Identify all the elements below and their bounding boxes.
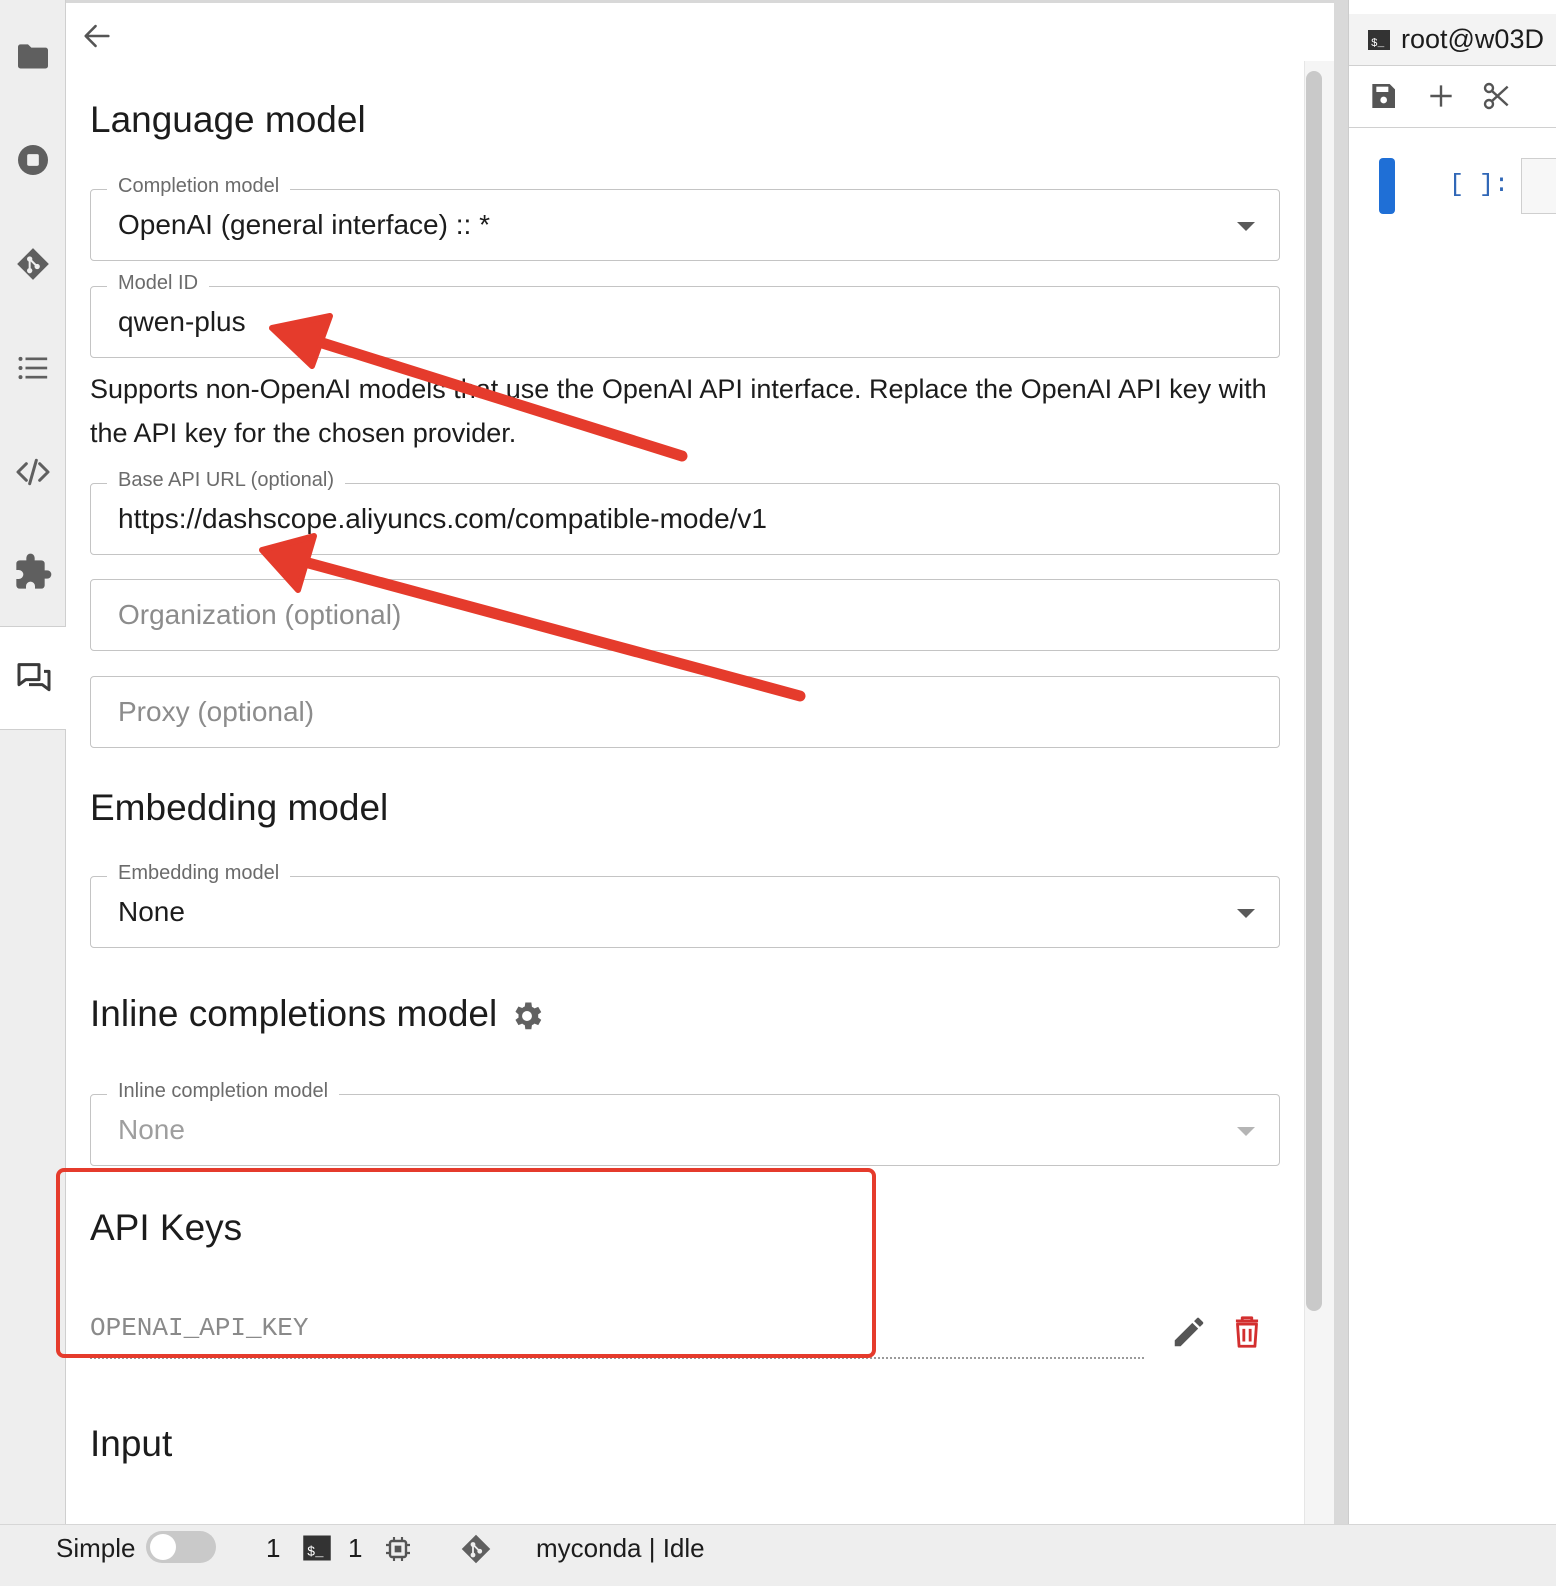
proxy-placeholder: Proxy (optional): [118, 695, 315, 727]
git-status-icon[interactable]: [458, 1531, 494, 1567]
scrollbar-thumb[interactable]: [1306, 71, 1322, 1311]
table-of-contents-icon: [18, 356, 48, 380]
model-id-value: qwen-plus: [118, 305, 246, 337]
extension-icon: [16, 553, 52, 589]
code-icon: [16, 458, 50, 486]
dropdown-caret-icon: [1237, 222, 1255, 231]
add-cell-icon[interactable]: [1425, 80, 1457, 112]
terminal-status-icon: $_: [303, 1535, 331, 1561]
save-icon[interactable]: [1367, 80, 1399, 112]
notebook-pane: $_ root@w03D [ ]:: [1348, 0, 1556, 1540]
terminal-tab[interactable]: $_ root@w03D: [1349, 14, 1556, 66]
stop-circle-icon: [18, 145, 48, 175]
git-tab[interactable]: [0, 212, 66, 316]
cell-prompt: [ ]:: [1449, 170, 1510, 199]
simple-mode-toggle[interactable]: [146, 1531, 216, 1563]
completion-model-value: OpenAI (general interface) :: *: [118, 208, 490, 240]
embedding-model-heading: Embedding model: [90, 787, 389, 828]
base-api-url-input[interactable]: Base API URL (optional) https://dashscop…: [90, 469, 1280, 555]
svg-text:$_: $_: [307, 1545, 324, 1561]
extension-manager-tab[interactable]: [0, 520, 66, 624]
embedding-model-select[interactable]: Embedding model None: [90, 862, 1280, 948]
language-model-heading: Language model: [90, 99, 366, 140]
jupyterlab-window: Language model Completion model OpenAI (…: [0, 0, 1556, 1586]
completion-model-select[interactable]: Completion model OpenAI (general interfa…: [90, 175, 1280, 261]
organization-input[interactable]: Organization (optional): [90, 579, 1280, 651]
model-id-input[interactable]: Model ID qwen-plus: [90, 272, 1280, 358]
status-bar: Simple 1 $_ 1 myconda | Idle: [0, 1524, 1556, 1586]
active-cell-indicator: [1379, 158, 1395, 214]
input-heading: Input: [90, 1423, 173, 1464]
chat-icon: [17, 663, 50, 692]
dropdown-caret-icon: [1237, 909, 1255, 918]
property-inspector-tab[interactable]: [0, 420, 66, 524]
pane-divider[interactable]: [1334, 0, 1348, 1540]
toggle-knob: [150, 1534, 176, 1560]
proxy-input[interactable]: Proxy (optional): [90, 676, 1280, 748]
back-arrow-icon[interactable]: [80, 19, 114, 53]
base-api-url-value: https://dashscope.aliyuncs.com/compatibl…: [118, 502, 767, 534]
simple-mode-label: Simple: [56, 1532, 136, 1563]
gear-icon[interactable]: [509, 998, 545, 1034]
svg-text:$_: $_: [1371, 38, 1385, 50]
file-browser-tab[interactable]: [0, 4, 66, 108]
kernels-count[interactable]: 1: [266, 1525, 280, 1571]
inline-completions-heading-text: Inline completions model: [90, 993, 498, 1034]
terminals-count[interactable]: 1: [348, 1525, 362, 1571]
embedding-model-value: None: [118, 895, 185, 927]
running-sessions-tab[interactable]: [0, 108, 66, 212]
delete-trash-icon[interactable]: [1228, 1313, 1266, 1351]
edit-pencil-icon[interactable]: [1170, 1313, 1208, 1351]
cell-input[interactable]: [1521, 158, 1556, 214]
terminal-icon: $_: [1368, 29, 1390, 50]
table-of-contents-tab[interactable]: [0, 316, 66, 420]
api-keys-highlight-annotation: [56, 1168, 876, 1358]
git-icon: [17, 248, 49, 280]
organization-placeholder: Organization (optional): [118, 598, 402, 630]
notebook-toolbar: [1349, 66, 1556, 128]
cpu-chip-icon: [386, 1537, 410, 1561]
inline-completions-heading: Inline completions model: [90, 993, 545, 1035]
cut-icon[interactable]: [1481, 80, 1513, 112]
dropdown-caret-icon: [1237, 1127, 1255, 1136]
terminal-tab-label: root@w03D: [1401, 24, 1544, 54]
inline-completion-model-select[interactable]: Inline completion model None: [90, 1080, 1280, 1166]
inline-completion-model-value: None: [118, 1113, 185, 1145]
chat-tab[interactable]: [0, 626, 67, 730]
openai-helper-text: Supports non-OpenAI models that use the …: [90, 374, 1267, 448]
folder-icon: [18, 44, 48, 69]
kernel-status[interactable]: myconda | Idle: [536, 1525, 705, 1571]
